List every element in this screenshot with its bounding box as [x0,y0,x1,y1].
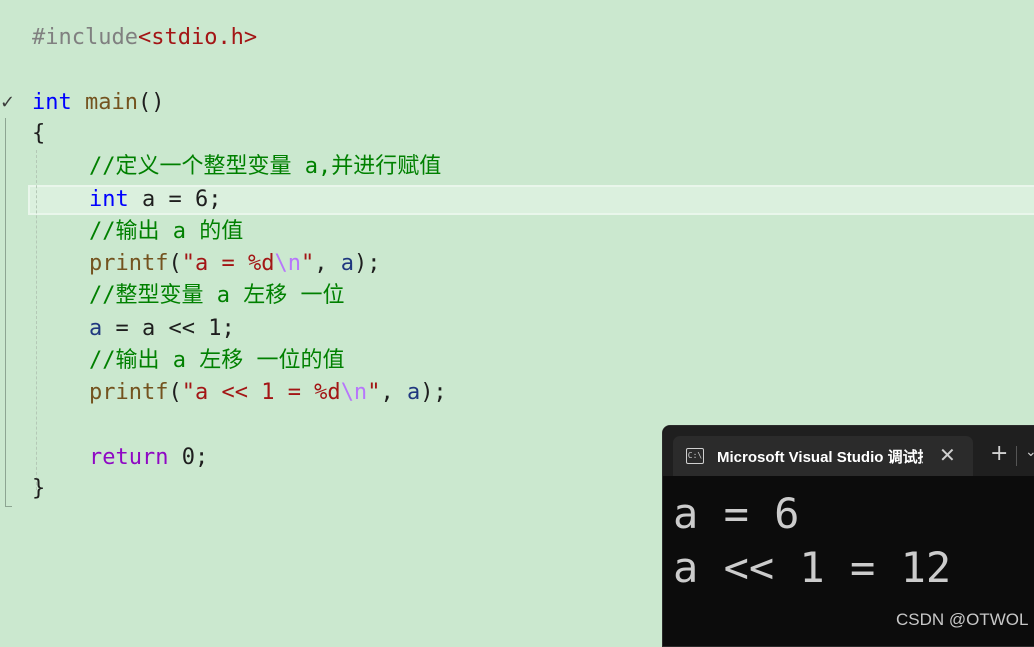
parens: () [137,90,165,115]
lparen: ( [168,251,182,276]
code-line-3: int main() [32,87,164,119]
shift-statement: = a << 1; [102,316,235,341]
keyword-int-decl: int [89,187,129,212]
variable-a: a [89,316,103,341]
indent-guide [36,150,37,490]
variable-a: a [340,251,354,276]
code-line-7: //输出 a 的值 [89,216,243,248]
code-line-1: #include<stdio.h> [32,22,257,54]
statement-end: ); [420,380,447,405]
fold-chevron-icon[interactable]: ✓ [0,92,15,113]
code-line-6: int a = 6; [89,184,221,216]
brace-open: { [32,121,46,146]
comment-output-shift: //输出 a 左移 一位的值 [89,348,345,373]
comment-output: //输出 a 的值 [89,219,244,244]
fold-region-bar [5,118,12,507]
terminal-tab[interactable]: C:\ Microsoft Visual Studio 调试控制台 ✕ [673,436,973,476]
decl-statement: a = 6; [128,187,222,212]
add-tab-button[interactable]: + [990,441,1008,466]
string-end: " [300,251,315,276]
code-line-14: return 0; [89,442,208,474]
console-icon: C:\ [686,448,704,464]
watermark: CSDN @OTWOL [896,610,1029,629]
code-line-5: //定义一个整型变量 a,并进行赋值 [89,151,441,183]
keyword-int: int [32,90,72,115]
code-line-11: //输出 a 左移 一位的值 [89,345,344,377]
escape-newline: \n [340,380,368,405]
code-line-12: printf("a << 1 = %d\n", a); [89,377,447,409]
brace-close: } [32,476,46,501]
code-line-10: a = a << 1; [89,313,235,345]
statement-end: ); [353,251,381,276]
escape-newline: \n [274,251,301,276]
code-line-4: { [32,118,45,150]
arg-separator: , [380,380,407,405]
function-main: main [85,90,138,115]
code-line-15: } [32,473,45,505]
arg-separator: , [314,251,341,276]
lparen: ( [168,380,182,405]
keyword-return: return [89,445,169,470]
comment-shift: //整型变量 a 左移 一位 [89,283,345,308]
include-directive: #include [32,25,138,50]
string-end: " [367,380,381,405]
tab-separator [1016,446,1017,466]
return-value: 0; [168,445,209,470]
comment-define: //定义一个整型变量 a,并进行赋值 [89,154,442,179]
string-literal: "a << 1 = %d [181,380,341,405]
string-literal: "a = %d [181,251,275,276]
chevron-down-icon[interactable]: ⌄ [1025,444,1034,460]
close-icon[interactable]: ✕ [939,443,956,467]
code-line-9: //整型变量 a 左移 一位 [89,280,344,312]
variable-a: a [406,380,421,405]
terminal-tab-bar: C:\ Microsoft Visual Studio 调试控制台 ✕ + ⌄ [663,426,1034,476]
include-header: <stdio.h> [137,25,258,50]
code-line-8: printf("a = %d\n", a); [89,248,380,280]
console-output-line-1: a = 6 [673,489,800,538]
function-printf: printf [89,251,169,276]
function-printf: printf [89,380,169,405]
console-output-line-2: a << 1 = 12 [673,543,952,592]
terminal-tab-title: Microsoft Visual Studio 调试控制台 [717,449,923,466]
